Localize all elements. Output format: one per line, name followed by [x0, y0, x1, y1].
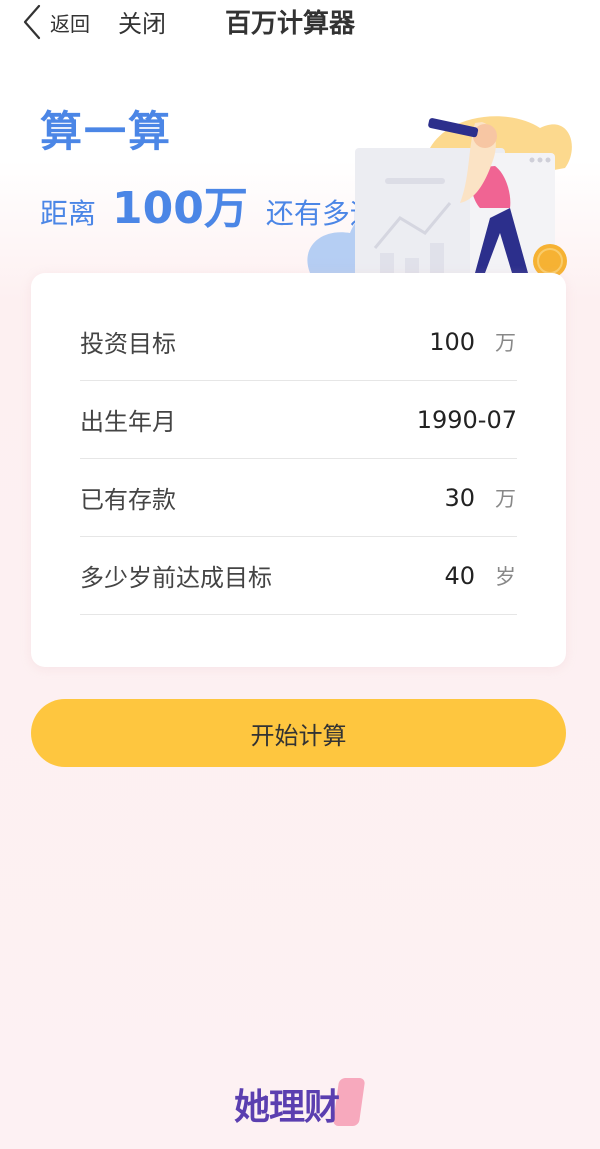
chevron-left-icon — [22, 4, 42, 40]
row-investment-goal[interactable]: 投资目标 100 万 — [80, 303, 517, 381]
investment-goal-value[interactable]: 100 — [429, 328, 475, 356]
row-label: 投资目标 — [80, 330, 176, 358]
row-label: 出生年月 — [80, 408, 176, 436]
form-card: 投资目标 100 万 出生年月 1990-07 已有存款 30 万 多少岁前达成… — [31, 273, 566, 667]
row-unit: 万 — [495, 486, 516, 511]
hero-title: 算一算 — [40, 107, 173, 156]
existing-savings-value[interactable]: 30 — [444, 484, 475, 512]
target-age-value[interactable]: 40 — [444, 562, 475, 590]
row-birth-month[interactable]: 出生年月 1990-07 — [80, 381, 517, 459]
hero-subtitle-prefix: 距离 — [40, 197, 97, 230]
hero-illustration — [300, 108, 580, 278]
row-existing-savings[interactable]: 已有存款 30 万 — [80, 459, 517, 537]
brand-logo: 她理财 — [230, 1074, 366, 1130]
row-label: 多少岁前达成目标 — [80, 564, 272, 592]
page-title: 百万计算器 — [225, 9, 356, 39]
hero-subtitle-amount: 100万 — [112, 183, 248, 234]
back-label: 返回 — [50, 11, 90, 36]
birth-month-value[interactable]: 1990-07 — [417, 406, 517, 434]
close-button[interactable]: 关闭 — [118, 4, 166, 39]
row-target-age[interactable]: 多少岁前达成目标 40 岁 — [80, 537, 517, 615]
row-unit: 岁 — [495, 564, 516, 589]
start-calculation-button[interactable]: 开始计算 — [31, 699, 566, 767]
row-unit: 万 — [495, 330, 516, 355]
row-label: 已有存款 — [80, 486, 176, 514]
nav-bar: 返回 关闭 百万计算器 — [0, 0, 600, 44]
back-button[interactable]: 返回 — [22, 4, 90, 40]
brand-logo-text: 她理财 — [234, 1087, 340, 1128]
